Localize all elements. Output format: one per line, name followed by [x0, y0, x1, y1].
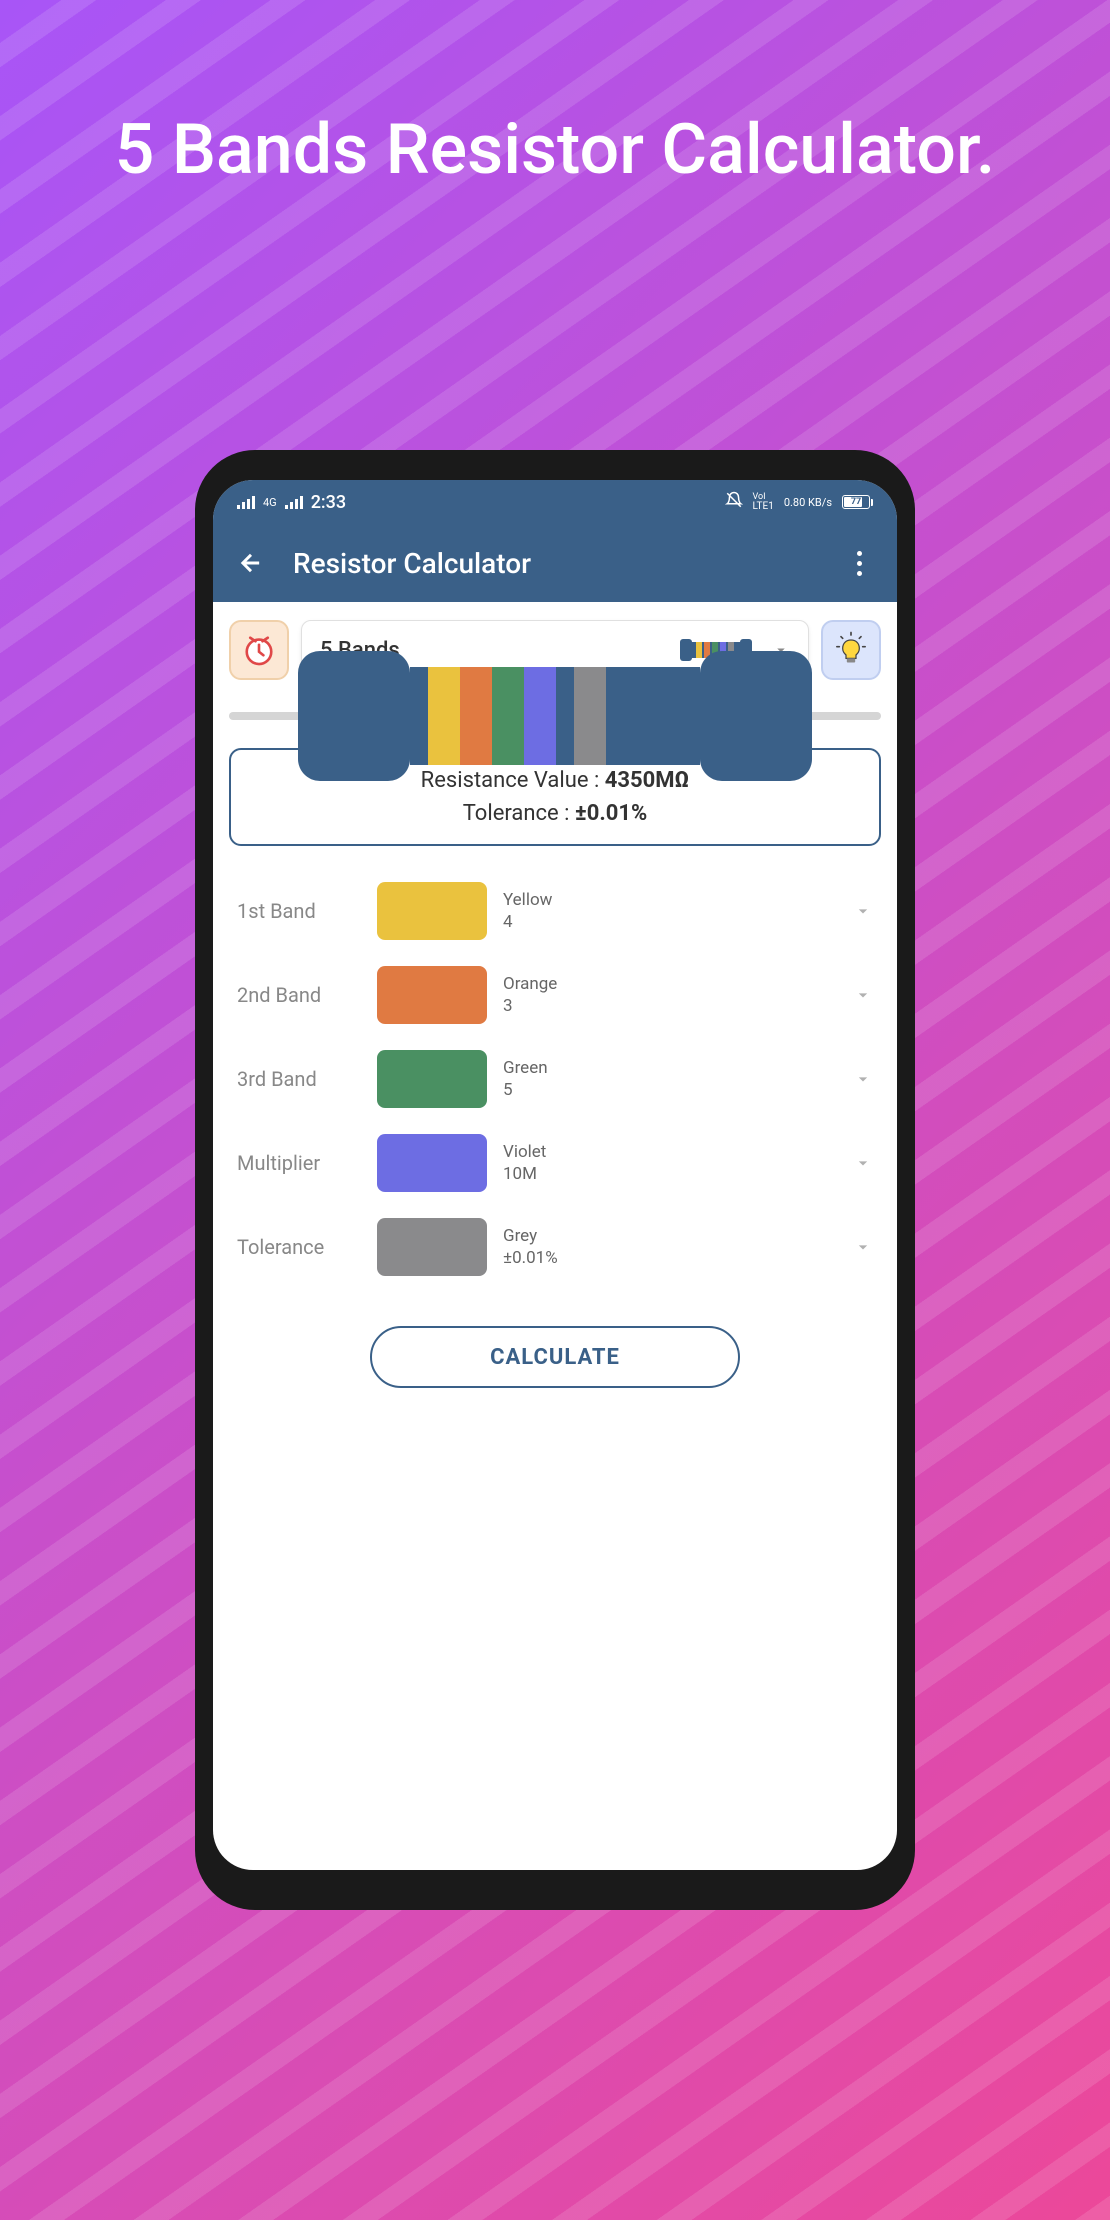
band-row-2[interactable]: 3rd Band Green5 [237, 1050, 873, 1108]
hint-button[interactable] [821, 620, 881, 680]
band-swatch [377, 882, 487, 940]
chevron-down-icon [853, 901, 873, 921]
chevron-down-icon [853, 985, 873, 1005]
band-label: Multiplier [237, 1151, 377, 1175]
app-bar: Resistor Calculator [213, 524, 897, 602]
phone-frame: 4G 2:33 VoILTE1 0.80 KB/s 77 Resistor Ca… [195, 450, 915, 1910]
band-swatch [377, 1218, 487, 1276]
band-swatch [377, 1134, 487, 1192]
lte-label: VoILTE1 [753, 493, 774, 512]
calculate-button[interactable]: CALCULATE [370, 1326, 740, 1388]
band-value: 5 [503, 1079, 853, 1101]
band-row-4[interactable]: Tolerance Grey±0.01% [237, 1218, 873, 1276]
chevron-down-icon [853, 1237, 873, 1257]
battery-icon: 77 [842, 495, 873, 509]
band-swatch [377, 966, 487, 1024]
tolerance-value: ±0.01% [575, 801, 647, 826]
history-icon [238, 629, 280, 671]
resistor-graphic [213, 698, 897, 740]
band-value: 3 [503, 995, 853, 1017]
chevron-down-icon [853, 1153, 873, 1173]
band-value: ±0.01% [503, 1247, 853, 1269]
band-value: 4 [503, 911, 853, 933]
back-button[interactable] [233, 545, 269, 581]
signal-icon [237, 496, 255, 509]
page-title: Resistor Calculator [293, 547, 841, 580]
band-color-name: Yellow [503, 889, 853, 911]
promo-title: 5 Bands Resistor Calculator. [0, 110, 1110, 191]
band-row-3[interactable]: Multiplier Violet10M [237, 1134, 873, 1192]
band-value: 10M [503, 1163, 853, 1185]
data-speed: 0.80 KB/s [784, 496, 832, 509]
phone-screen: 4G 2:33 VoILTE1 0.80 KB/s 77 Resistor Ca… [213, 480, 897, 1870]
band-row-1[interactable]: 2nd Band Orange3 [237, 966, 873, 1024]
band-label: 1st Band [237, 899, 377, 923]
lightbulb-icon [831, 630, 871, 670]
band-row-0[interactable]: 1st Band Yellow4 [237, 882, 873, 940]
band-label: 3rd Band [237, 1067, 377, 1091]
tolerance-label: Tolerance : [463, 801, 575, 826]
band-color-name: Grey [503, 1225, 853, 1247]
overflow-menu-button[interactable] [841, 545, 877, 581]
status-bar: 4G 2:33 VoILTE1 0.80 KB/s 77 [213, 480, 897, 524]
chevron-down-icon [853, 1069, 873, 1089]
band-list: 1st Band Yellow4 2nd Band Orange3 3rd Band Gr… [213, 866, 897, 1310]
band-color-name: Orange [503, 973, 853, 995]
history-button[interactable] [229, 620, 289, 680]
band-color-name: Violet [503, 1141, 853, 1163]
band-label: Tolerance [237, 1235, 377, 1259]
band-swatch [377, 1050, 487, 1108]
signal-icon-2 [285, 496, 303, 509]
net-label: 4G [263, 496, 277, 509]
band-color-name: Green [503, 1057, 853, 1079]
status-time: 2:33 [311, 492, 346, 513]
bell-off-icon [725, 491, 743, 513]
band-label: 2nd Band [237, 983, 377, 1007]
